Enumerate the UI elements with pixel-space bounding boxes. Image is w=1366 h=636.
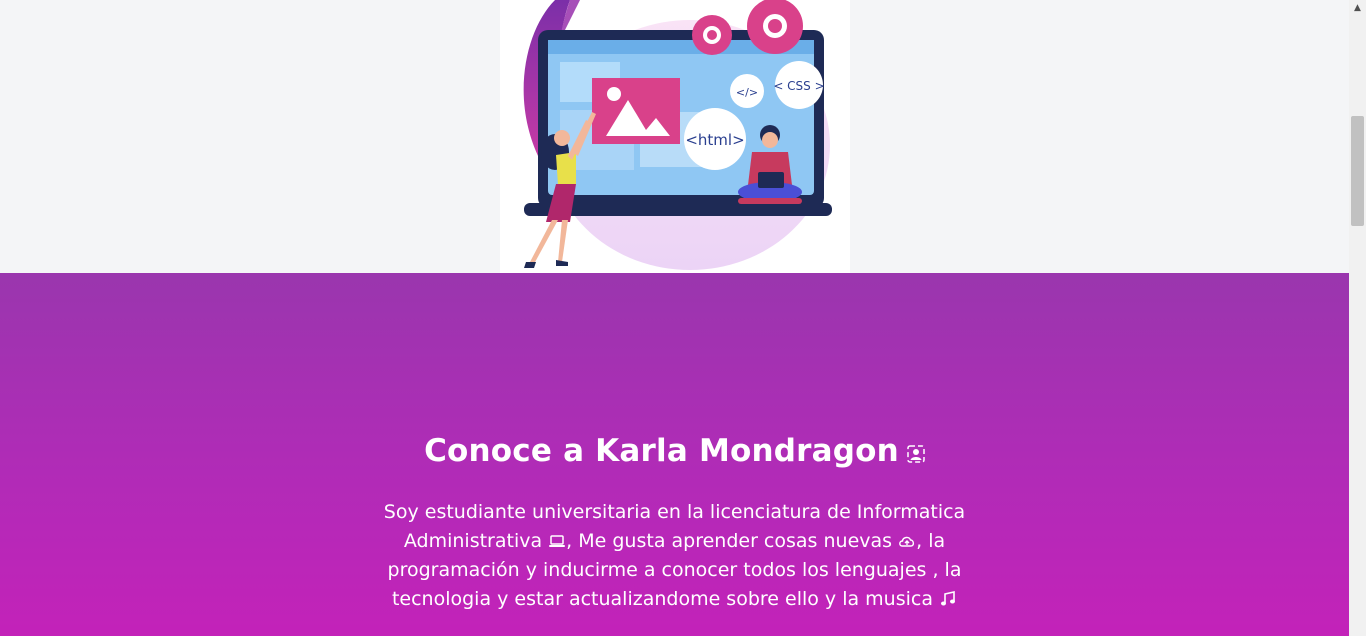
about-text-part2: , Me gusta aprender cosas nuevas (566, 530, 893, 552)
laptop-icon (549, 535, 566, 547)
hero-section: </> < CSS > <html> (0, 0, 1349, 273)
music-note-icon (941, 591, 956, 606)
html-tag-label: <html> (685, 131, 744, 149)
about-title: Conoce a Karla Mondragon (0, 433, 1349, 469)
person-badge-icon (907, 445, 925, 463)
code-tag-label: </> (736, 86, 758, 99)
about-title-text: Conoce a Karla Mondragon (424, 433, 899, 469)
scrollbar-thumb[interactable] (1351, 116, 1364, 226)
css-tag-label: < CSS > (773, 79, 824, 93)
illustration-svg: </> < CSS > <html> (523, 0, 832, 270)
page: </> < CSS > <html> Conoce a Karla Mondra… (0, 0, 1349, 636)
web-development-illustration: </> < CSS > <html> (500, 0, 850, 273)
cloud-upload-icon (899, 536, 915, 547)
about-description: Soy estudiante universitaria en la licen… (370, 498, 979, 614)
scroll-up-arrow-icon[interactable]: ▲ (1349, 0, 1366, 17)
vertical-scrollbar[interactable]: ▲ (1349, 0, 1366, 636)
about-section: Conoce a Karla Mondragon Soy estudiante … (0, 273, 1349, 636)
